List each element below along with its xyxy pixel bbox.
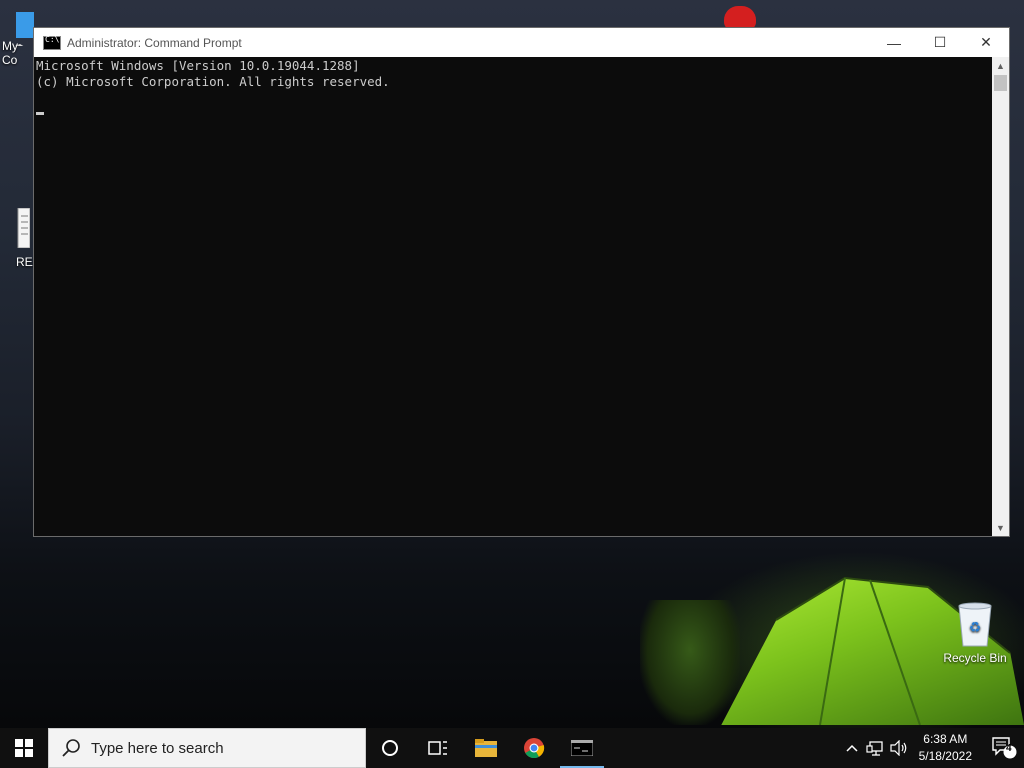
svg-text:♻: ♻	[969, 620, 982, 636]
command-prompt-taskbar-button[interactable]	[558, 728, 606, 768]
task-view-button[interactable]	[414, 728, 462, 768]
scroll-thumb[interactable]	[994, 75, 1007, 91]
clock-time: 6:38 AM	[923, 732, 968, 746]
notification-icon	[992, 737, 1017, 759]
desktop-icon-recycle-bin[interactable]: ♻ Recycle Bin	[940, 600, 1010, 665]
arrow-down-icon: ▼	[996, 522, 1005, 533]
text-cursor	[36, 112, 44, 115]
taskbar-search-box[interactable]: Type here to search	[48, 728, 366, 768]
console-line: Microsoft Windows [Version 10.0.19044.12…	[36, 58, 360, 73]
file-explorer-icon	[475, 739, 497, 757]
close-icon: ✕	[980, 34, 992, 50]
chrome-icon	[524, 738, 545, 759]
cortana-icon	[382, 740, 398, 756]
command-prompt-icon	[571, 740, 593, 756]
window-title: Administrator: Command Prompt	[67, 35, 242, 50]
vertical-scrollbar[interactable]: ▲ ▼	[992, 57, 1009, 536]
cortana-button[interactable]	[366, 728, 414, 768]
network-icon	[866, 741, 883, 756]
show-hidden-icons-button[interactable]	[841, 728, 863, 768]
search-icon	[62, 739, 80, 757]
chrome-button[interactable]	[510, 728, 558, 768]
console-app-icon	[43, 35, 61, 50]
file-explorer-button[interactable]	[462, 728, 510, 768]
taskbar-clock[interactable]: 6:38 AM 5/18/2022	[919, 731, 972, 765]
foliage-decor	[640, 600, 740, 725]
taskbar: Type here to search 6:38 AM 5/18/2022 4	[0, 728, 1024, 768]
console-output[interactable]: Microsoft Windows [Version 10.0.19044.12…	[34, 57, 992, 536]
close-button[interactable]: ✕	[963, 28, 1009, 57]
maximize-icon: ☐	[933, 34, 947, 50]
clock-date: 5/18/2022	[918, 749, 972, 763]
windows-logo-icon	[15, 739, 33, 757]
command-prompt-window[interactable]: Administrator: Command Prompt — ☐ ✕ Micr…	[33, 27, 1010, 537]
window-titlebar[interactable]: Administrator: Command Prompt — ☐ ✕	[34, 28, 1009, 57]
arrow-up-icon: ▲	[996, 60, 1005, 71]
action-center-button[interactable]: 4	[984, 728, 1024, 768]
chevron-up-icon	[846, 744, 858, 752]
task-view-icon	[428, 741, 447, 755]
scroll-up-button[interactable]: ▲	[992, 57, 1009, 74]
scroll-down-button[interactable]: ▼	[992, 519, 1009, 536]
desktop-icon-label: Recycle Bin	[943, 651, 1007, 665]
start-button[interactable]	[0, 728, 48, 768]
minimize-icon: —	[887, 34, 901, 51]
volume-button[interactable]	[887, 728, 911, 768]
desktop-icon-my-computer[interactable]: My Co	[0, 10, 36, 67]
console-line: (c) Microsoft Corporation. All rights re…	[36, 74, 390, 89]
maximize-button[interactable]: ☐	[917, 28, 963, 57]
network-button[interactable]	[863, 728, 887, 768]
speaker-icon	[890, 740, 906, 756]
search-placeholder: Type here to search	[91, 739, 224, 757]
minimize-button[interactable]: —	[871, 28, 917, 57]
recycle-bin-icon: ♻	[958, 602, 992, 647]
document-icon	[17, 207, 31, 249]
notification-count-badge: 4	[1006, 743, 1012, 754]
system-tray: 6:38 AM 5/18/2022 4	[841, 728, 1024, 768]
